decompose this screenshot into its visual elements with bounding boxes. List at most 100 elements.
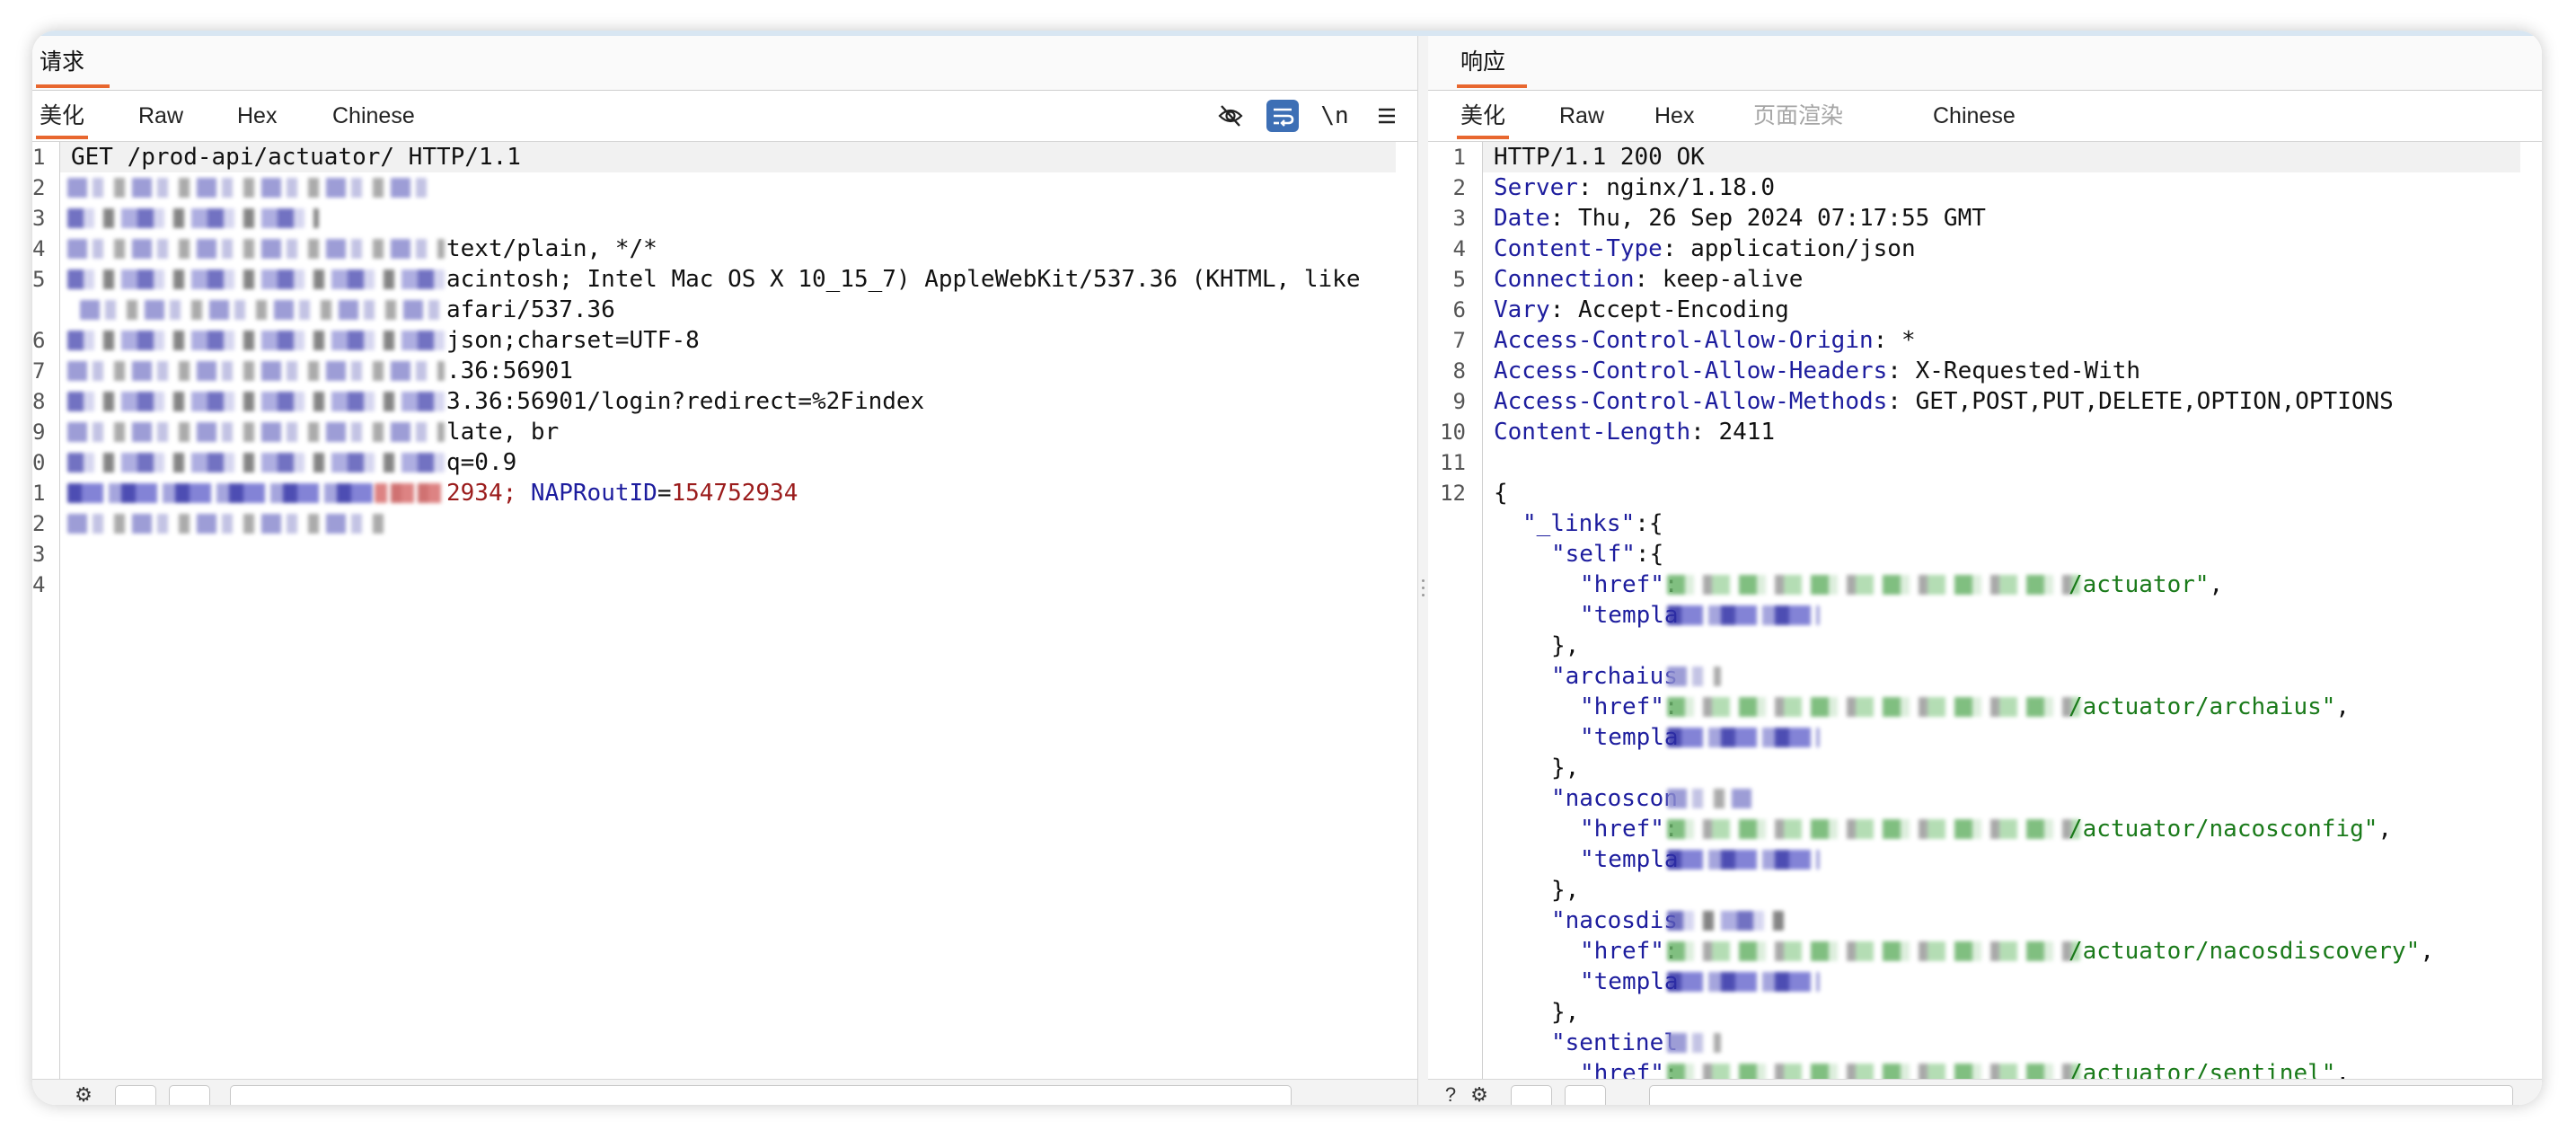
eye-slash-icon[interactable] (1214, 100, 1247, 132)
json-key: "sentinel (1551, 1029, 1678, 1056)
redacted-text (67, 514, 391, 534)
request-tab-raw[interactable]: Raw (138, 102, 183, 139)
request-line: GET /prod-api/actuator/ HTTP/1.1 (60, 142, 1396, 172)
json-string: /actuator/nacosconfig" (2069, 816, 2378, 843)
json-close: }, (1551, 877, 1580, 904)
json-links-line: "_links":{ (1483, 508, 2542, 539)
wrap-text-icon[interactable] (1266, 100, 1299, 132)
header-name: Access-Control-Allow-Headers (1494, 358, 1888, 384)
json-key: "href" (1580, 816, 1664, 843)
help-icon[interactable]: ? (1439, 1083, 1462, 1105)
line-number: 8 (32, 389, 46, 414)
json-close: }, (1551, 755, 1580, 781)
line-number: 1 (1452, 145, 1466, 170)
redacted-text (67, 453, 445, 472)
request-title-tab[interactable]: 请求 (36, 49, 110, 88)
redacted-text (1667, 972, 1820, 992)
redacted-text (67, 331, 445, 350)
json-key: "templa (1580, 602, 1679, 629)
response-header-line: Access-Control-Allow-Origin: * (1494, 327, 1916, 354)
response-code-area[interactable]: HTTP/1.1 200 OK Server: nginx/1.18.0 Dat… (1483, 142, 2542, 1087)
json-key: "archaius (1551, 663, 1678, 690)
json-key: "self" (1551, 541, 1636, 568)
response-tab-render[interactable]: 页面渲染 (1753, 102, 1843, 139)
header-value: keep-alive (1662, 266, 1804, 293)
line-number: 3 (32, 206, 46, 231)
request-line: 3.36:56901/login?redirect=%2Findex (446, 388, 925, 415)
redacted-text (67, 361, 445, 381)
json-href-value: /actuator/archaius", (2069, 692, 2542, 722)
header-value: X-Requested-With (1915, 358, 2141, 384)
request-search-input[interactable] (230, 1085, 1292, 1105)
redacted-text (67, 269, 445, 289)
line-number: 8 (1452, 358, 1466, 384)
response-header-line: Content-Length: 2411 (1494, 419, 1776, 446)
line-number: 7 (1452, 328, 1466, 353)
header-name: Access-Control-Allow-Methods (1494, 388, 1888, 415)
json-entry-key: "self":{ (1483, 539, 2542, 570)
json-entry-key: "nacoscon (1483, 783, 2542, 814)
request-tab-hex[interactable]: Hex (237, 102, 277, 139)
request-line: json;charset=UTF-8 (446, 327, 700, 354)
redacted-text (67, 239, 445, 259)
redacted-text (1667, 941, 2080, 961)
json-punct: :{ (1635, 510, 1663, 537)
response-editor[interactable]: 1 2 3 4 5 6 7 8 9 10 11 12 HTTP/1.1 200 … (1428, 142, 2542, 1087)
settings-gear-icon[interactable]: ⚙ (1468, 1083, 1491, 1105)
menu-icon[interactable] (1371, 100, 1403, 132)
splitter-grip-icon[interactable] (1420, 575, 1425, 601)
request-tab-pretty[interactable]: 美化 (35, 102, 89, 139)
request-cookie-line: 2934; NAPRoutID=154752934 (436, 478, 1417, 508)
redacted-text (375, 483, 445, 503)
redacted-text (1667, 728, 1820, 747)
line-number: 2 (32, 511, 46, 536)
settings-gear-icon[interactable]: ⚙ (72, 1083, 95, 1105)
json-key: "nacosdis (1551, 907, 1678, 934)
header-name: Access-Control-Allow-Origin (1494, 327, 1874, 354)
line-number: 6 (1452, 297, 1466, 322)
request-line: text/plain, */* (446, 235, 657, 262)
response-title-bar: 响应 (1428, 36, 2542, 91)
request-line: acintosh; Intel Mac OS X 10_15_7) AppleW… (446, 266, 1361, 293)
json-string: /actuator/archaius" (2069, 693, 2336, 720)
response-tab-raw[interactable]: Raw (1559, 102, 1604, 139)
request-line: afari/537.36 (446, 296, 615, 323)
search-next-button[interactable] (1565, 1085, 1606, 1105)
json-href-value: /actuator", (2069, 570, 2542, 600)
json-templated-line: "templa (1483, 722, 2542, 753)
response-title-tab[interactable]: 响应 (1457, 49, 1528, 88)
json-key: "templa (1580, 724, 1679, 751)
line-number: 7 (32, 358, 46, 384)
json-close: }, (1551, 632, 1580, 659)
json-key: "_links" (1522, 510, 1636, 537)
search-prev-button[interactable] (115, 1085, 156, 1105)
json-key: "templa (1580, 968, 1679, 995)
request-view-tabs: 美化 Raw Hex Chinese \n (32, 91, 1417, 142)
redacted-text (67, 422, 445, 442)
response-tab-hex[interactable]: Hex (1654, 102, 1694, 139)
search-next-button[interactable] (169, 1085, 210, 1105)
json-punct: , (2420, 938, 2434, 965)
cookie-key: NAPRoutID (530, 480, 657, 507)
request-tab-chinese[interactable]: Chinese (332, 102, 415, 139)
header-name: Date (1494, 205, 1550, 232)
line-number: 2 (1452, 175, 1466, 200)
json-string: /actuator/nacosdiscovery" (2069, 938, 2421, 965)
request-code-area[interactable]: GET /prod-api/actuator/ HTTP/1.1 text/pl… (60, 142, 1417, 1080)
response-tab-pretty[interactable]: 美化 (1456, 102, 1510, 139)
json-entry-key: "nacosdis (1483, 905, 2542, 936)
redacted-text (1667, 1033, 1721, 1053)
response-header-line: Date: Thu, 26 Sep 2024 07:17:55 GMT (1494, 205, 1986, 232)
response-header-line: Vary: Accept-Encoding (1494, 296, 1789, 323)
request-editor[interactable]: 1 2 3 4 5 6 7 8 9 0 1 2 3 4 GET /prod-ap… (32, 142, 1417, 1080)
line-number: 1 (32, 481, 46, 506)
search-prev-button[interactable] (1511, 1085, 1552, 1105)
json-close: }, (1551, 999, 1580, 1026)
redacted-text (1667, 667, 1721, 686)
request-title-bar: 请求 (32, 36, 1417, 91)
response-header-line: Content-Type: application/json (1494, 235, 1916, 262)
newline-toggle-button[interactable]: \n (1319, 100, 1351, 132)
header-value: 2411 (1718, 419, 1776, 446)
response-search-input[interactable] (1649, 1085, 2513, 1105)
response-tab-chinese[interactable]: Chinese (1933, 102, 2016, 139)
